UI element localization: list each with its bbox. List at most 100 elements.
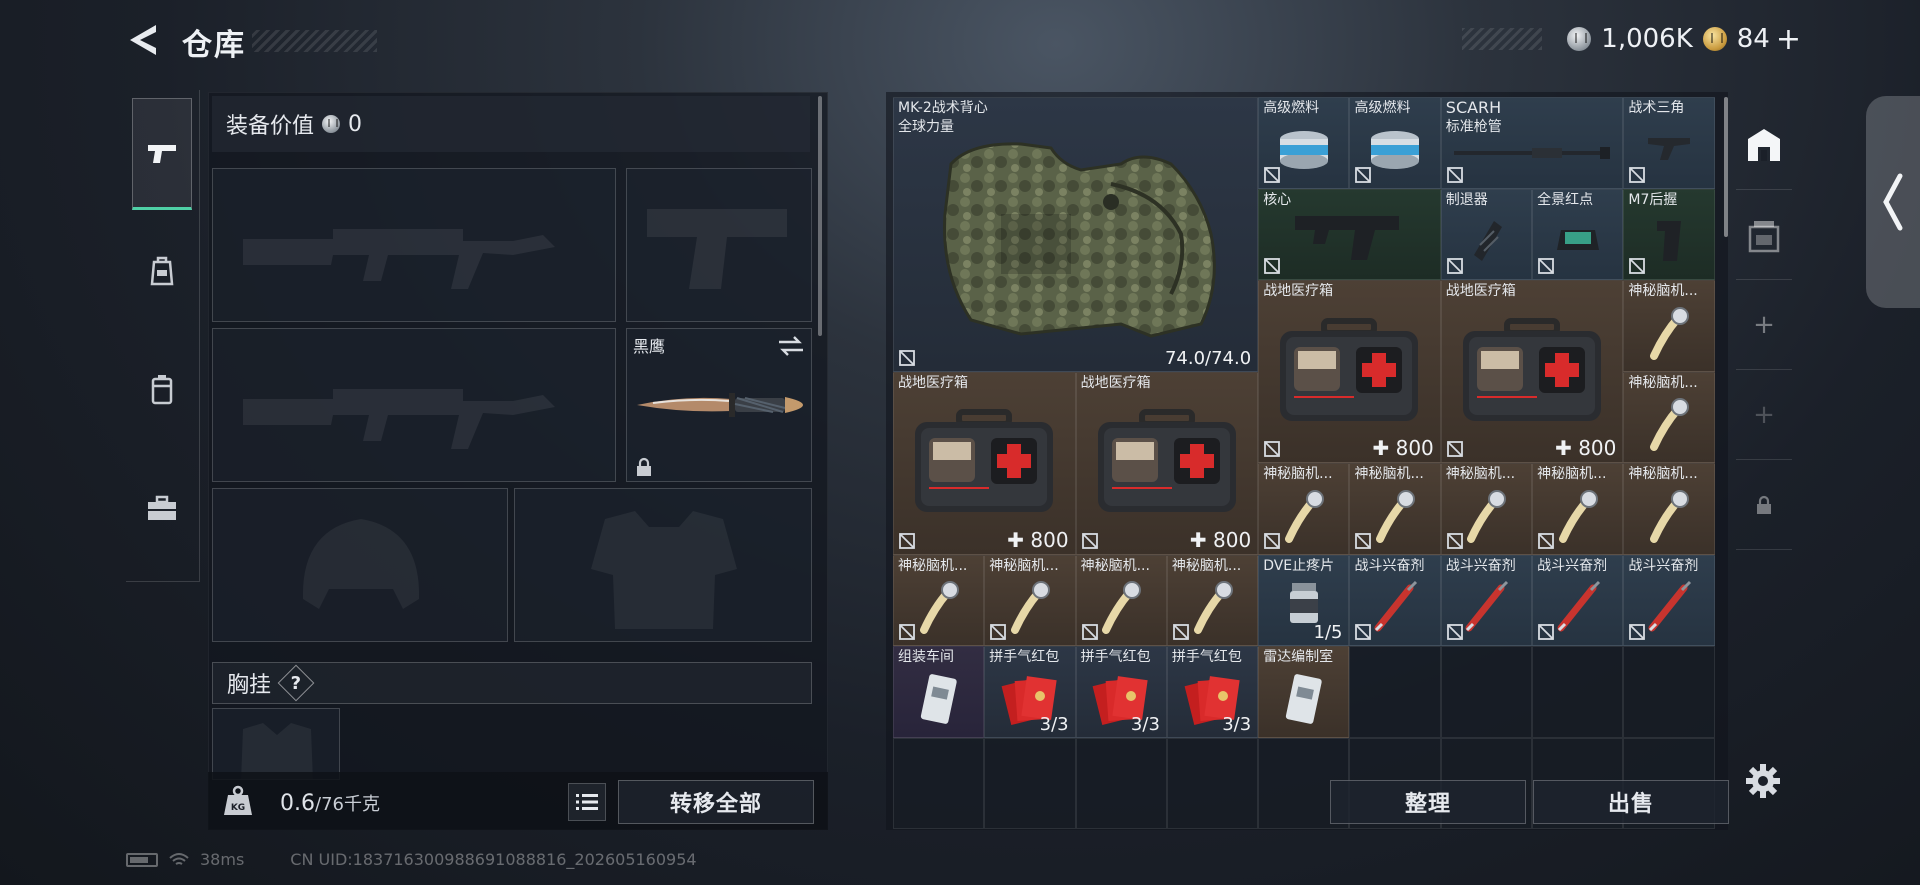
tab-warehouse[interactable] — [1736, 100, 1792, 190]
brain-chip-icon — [1376, 489, 1416, 543]
item-red-envelope[interactable]: 拼手气红包 3/3 — [1075, 646, 1167, 738]
item-muzzle-brake[interactable]: 制退器 — [1440, 188, 1533, 280]
tab-container[interactable] — [1736, 190, 1792, 280]
equipment-scrollbar[interactable] — [818, 96, 822, 336]
item-brain-chip[interactable]: 神秘脑机... — [1623, 371, 1715, 463]
barrel-icon — [1454, 146, 1611, 159]
item-brain-chip[interactable]: 神秘脑机... — [1075, 554, 1167, 646]
item-barrel[interactable]: SCARH 标准枪管 — [1440, 97, 1624, 189]
tab-add-storage[interactable]: + — [1736, 280, 1792, 370]
tab-add-storage[interactable]: + — [1736, 370, 1792, 460]
primary-weapon-slot[interactable] — [212, 168, 616, 322]
help-icon[interactable]: ? — [277, 664, 315, 702]
sort-button[interactable]: 整理 — [1330, 780, 1526, 824]
empty-cell[interactable] — [1166, 737, 1259, 829]
item-name: 神秘脑机... — [1628, 283, 1698, 299]
brain-chip-icon — [1650, 398, 1690, 452]
item-name: 拼手气红包 — [989, 649, 1060, 665]
storage-tabs: + + — [1736, 100, 1792, 600]
item-brain-chip[interactable]: 神秘脑机... — [1258, 463, 1350, 555]
item-stock[interactable]: 核心 — [1258, 188, 1441, 280]
nav-gear[interactable] — [132, 216, 192, 328]
item-foregrip[interactable]: 战术三角 — [1623, 97, 1715, 189]
item-red-dot[interactable]: 全景红点 — [1532, 188, 1624, 280]
empty-cell[interactable] — [1440, 646, 1533, 738]
item-stimulant[interactable]: 战斗兴奋剂 — [1532, 554, 1624, 646]
item-grip[interactable]: M7后握 — [1623, 188, 1715, 280]
item-name: 高级燃料 — [1263, 100, 1320, 116]
sidearm-slot[interactable] — [626, 168, 812, 322]
item-uses: 1/5 — [1313, 622, 1343, 643]
secondary-weapon-slot[interactable] — [212, 328, 616, 482]
nav-container[interactable] — [132, 334, 192, 446]
tab-locked[interactable] — [1736, 460, 1792, 550]
chest-rig-slot[interactable] — [212, 708, 340, 780]
chest-rig-label: 胸挂 — [227, 673, 272, 698]
back-arrow-icon[interactable] — [126, 22, 160, 58]
list-view-button[interactable] — [568, 783, 606, 821]
melee-slot[interactable]: 黑鹰 — [626, 328, 812, 482]
transfer-all-button[interactable]: 转移全部 — [618, 780, 814, 824]
item-name: 神秘脑机... — [1628, 374, 1698, 391]
item-heal-amount: ✚ 800 — [1372, 436, 1434, 460]
item-fuel[interactable]: 高级燃料 — [1258, 97, 1350, 189]
no-drop-icon — [1629, 258, 1646, 274]
pistol-grip-icon — [1657, 221, 1682, 262]
item-subname: 标准枪管 — [1445, 119, 1502, 135]
item-fuel[interactable]: 高级燃料 — [1349, 97, 1441, 189]
item-keycard[interactable]: 雷达编制室 — [1258, 646, 1350, 738]
armor-slot[interactable] — [514, 488, 812, 642]
empty-cell[interactable] — [893, 737, 985, 829]
item-brain-chip[interactable]: 神秘脑机... — [1532, 463, 1624, 555]
side-drawer-handle[interactable] — [1866, 96, 1920, 308]
nav-weapons[interactable] — [132, 98, 192, 210]
settings-gear-icon[interactable] — [1744, 762, 1782, 800]
item-brain-chip[interactable]: 神秘脑机... — [1166, 554, 1259, 646]
brain-chip-icon — [1284, 489, 1324, 543]
empty-cell[interactable] — [984, 737, 1076, 829]
item-brain-chip[interactable]: 神秘脑机... — [1349, 463, 1441, 555]
fuel-can-icon — [1279, 130, 1328, 169]
item-name: 拼手气红包 — [1080, 649, 1151, 665]
item-red-envelope[interactable]: 拼手气红包 3/3 — [984, 646, 1076, 738]
item-brain-chip[interactable]: 神秘脑机... — [984, 554, 1076, 646]
empty-cell[interactable] — [1349, 646, 1441, 738]
pill-bottle-icon — [1289, 583, 1318, 624]
item-stimulant[interactable]: 战斗兴奋剂 — [1623, 554, 1715, 646]
add-currency-button[interactable]: + — [1776, 22, 1801, 57]
item-medkit[interactable]: 战地医疗箱 ✚ 800 — [1258, 280, 1441, 463]
no-drop-icon — [899, 349, 915, 366]
item-name: 神秘脑机... — [1171, 557, 1242, 574]
gold-amount: 84 — [1736, 24, 1770, 54]
item-painkiller[interactable]: DVE止疼片 1/5 — [1258, 554, 1350, 646]
currency-decoration — [1462, 28, 1542, 50]
swap-icon[interactable] — [777, 335, 805, 357]
case-icon — [151, 375, 173, 405]
empty-cell[interactable] — [1075, 737, 1167, 829]
item-brain-chip[interactable]: 神秘脑机... — [1440, 463, 1533, 555]
brain-chip-icon — [1467, 489, 1507, 543]
item-brain-chip[interactable]: 神秘脑机... — [1623, 463, 1715, 555]
item-stimulant[interactable]: 战斗兴奋剂 — [1440, 554, 1533, 646]
item-keycard[interactable]: 组装车间 — [893, 646, 985, 738]
no-drop-icon — [1264, 532, 1281, 549]
item-medkit[interactable]: 战地医疗箱 ✚ 800 — [893, 371, 1076, 555]
item-vest[interactable]: MK-2战术背心 全球力量 74.0/74.0 — [893, 97, 1259, 372]
first-aid-kit-icon — [915, 409, 1054, 512]
inventory-scrollbar[interactable] — [1724, 97, 1728, 237]
sell-button[interactable]: 出售 — [1533, 780, 1729, 824]
backpack-icon — [150, 256, 174, 286]
item-stimulant[interactable]: 战斗兴奋剂 — [1349, 554, 1441, 646]
item-name: 高级燃料 — [1354, 100, 1411, 116]
item-name: 雷达编制室 — [1263, 649, 1334, 665]
no-drop-icon — [1264, 441, 1281, 457]
item-medkit[interactable]: 战地医疗箱 ✚ 800 — [1075, 371, 1259, 555]
empty-cell[interactable] — [1623, 646, 1715, 738]
item-brain-chip[interactable]: 神秘脑机... — [893, 554, 985, 646]
item-medkit[interactable]: 战地医疗箱 ✚ 800 — [1440, 280, 1624, 463]
nav-toolbox[interactable] — [132, 452, 192, 564]
item-brain-chip[interactable]: 神秘脑机... — [1623, 280, 1715, 372]
item-red-envelope[interactable]: 拼手气红包 3/3 — [1166, 646, 1259, 738]
helmet-slot[interactable] — [212, 488, 508, 642]
empty-cell[interactable] — [1532, 646, 1624, 738]
